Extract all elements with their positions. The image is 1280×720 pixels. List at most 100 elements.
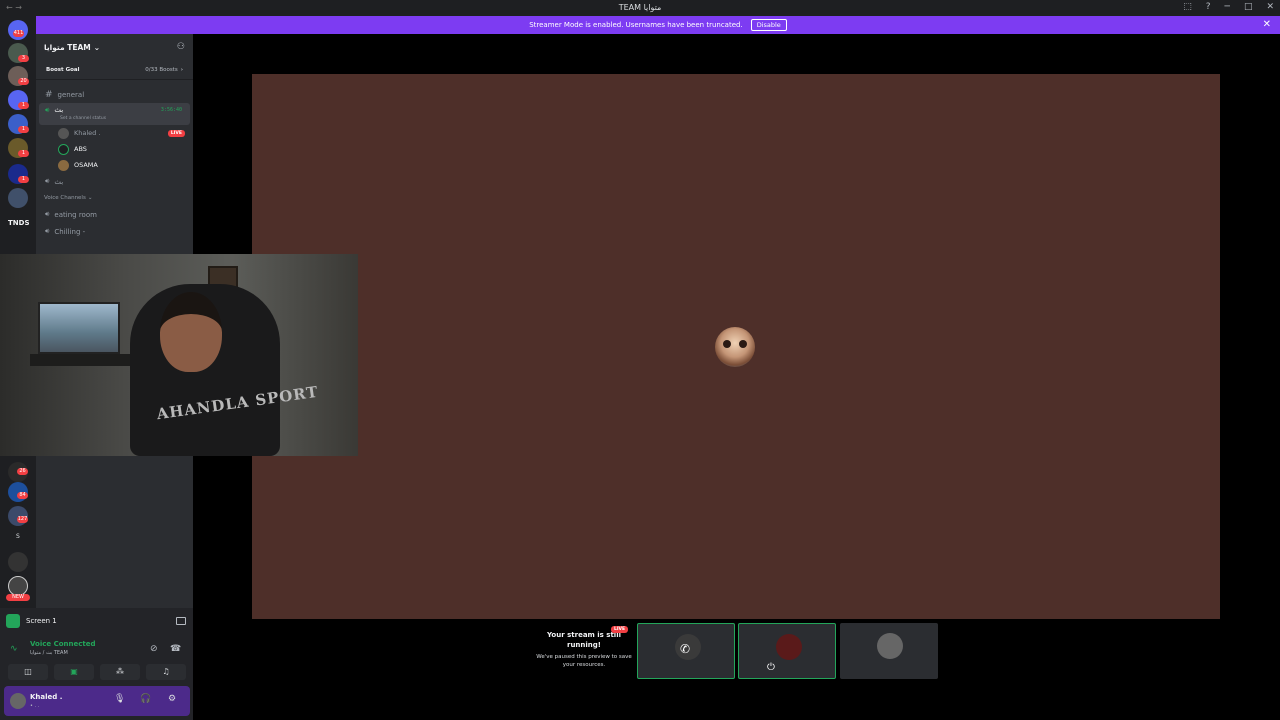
help-icon[interactable]: ? bbox=[1206, 2, 1211, 12]
streamer-mode-banner: Streamer Mode is enabled. Usernames have… bbox=[36, 16, 1280, 34]
channel-label: Chilling - bbox=[54, 227, 86, 236]
avatar[interactable] bbox=[10, 693, 26, 709]
speaker-icon: 🔊︎ bbox=[45, 177, 50, 185]
channel-label: eating room bbox=[54, 210, 97, 219]
chevron-down-icon: ⌄ bbox=[93, 42, 101, 52]
participant-tile[interactable]: ✆ bbox=[637, 623, 735, 679]
voice-user-name: ABS bbox=[74, 145, 87, 153]
inbox-icon[interactable]: ⬚ bbox=[1183, 2, 1192, 12]
channel-label: بث bbox=[54, 177, 64, 186]
voice-user[interactable]: ABS bbox=[36, 141, 193, 157]
tv-stand bbox=[30, 354, 130, 366]
channel-label: general bbox=[57, 90, 85, 99]
voice-user[interactable]: OSAMA bbox=[36, 157, 193, 173]
unread-badge: 411 bbox=[13, 30, 24, 37]
channel-status[interactable]: Set a channel status bbox=[60, 116, 106, 121]
maximize-icon[interactable]: □ bbox=[1244, 2, 1253, 12]
server-icon[interactable] bbox=[8, 576, 28, 596]
category-voice-channels[interactable]: Voice Channels ⌄ bbox=[36, 190, 193, 206]
title-bar: ← → TEAM متوايا ⬚ ? ─ □ ✕ bbox=[0, 0, 1280, 16]
preview-heading: Your stream is still running! bbox=[547, 631, 621, 649]
camera-button[interactable]: ◫ bbox=[8, 664, 48, 680]
invite-people-icon[interactable]: ⚇ bbox=[177, 42, 185, 52]
unread-badge: 26 bbox=[17, 468, 28, 475]
server-icon[interactable] bbox=[8, 552, 28, 572]
disconnect-icon[interactable]: ☎ bbox=[170, 644, 181, 654]
webcam-overlay: AHANDLA SPORT bbox=[0, 254, 358, 456]
banner-text: Streamer Mode is enabled. Usernames have… bbox=[529, 21, 743, 29]
voice-timer: 3:56:40 bbox=[160, 107, 182, 113]
user-panel: Screen 1 ∿ Voice Connected بث / متوايا T… bbox=[0, 608, 193, 720]
unread-badge: 3 bbox=[18, 55, 29, 62]
window-title: TEAM متوايا bbox=[618, 3, 662, 12]
voice-user-name: Khaled . bbox=[74, 129, 101, 137]
avatar bbox=[58, 143, 69, 155]
avatar bbox=[877, 633, 903, 659]
signal-icon: ∿ bbox=[10, 644, 18, 654]
voice-channel-chilling[interactable]: 🔊︎ Chilling - bbox=[36, 223, 193, 240]
unread-badge: 127 bbox=[17, 516, 28, 523]
avatar bbox=[58, 159, 69, 171]
activity-button[interactable]: ⁂ bbox=[100, 664, 140, 680]
server-header[interactable]: متوايا TEAM ⌄ ⚇ bbox=[36, 34, 193, 60]
channel-general[interactable]: # general bbox=[36, 86, 193, 103]
server-label-tnds[interactable]: TNDS bbox=[8, 219, 30, 227]
voice-channel-active[interactable]: 🔊︎ بث Set a channel status 3:56:40 bbox=[39, 103, 190, 125]
phone-icon: ✆ bbox=[680, 642, 691, 656]
voice-status[interactable]: Voice Connected bbox=[30, 640, 96, 648]
chevron-down-icon: ⌄ bbox=[87, 195, 93, 201]
boost-goal[interactable]: Boost Goal 0/33 Boosts › bbox=[36, 60, 193, 80]
speaker-icon: 🔊︎ bbox=[45, 227, 50, 235]
live-badge: LIVE bbox=[611, 626, 629, 633]
server-label-s[interactable]: S bbox=[16, 533, 20, 540]
channel-label: بث bbox=[54, 106, 64, 114]
speaker-icon: 🔊︎ bbox=[45, 106, 50, 114]
voice-channel-path: بث / متوايا TEAM bbox=[30, 650, 68, 656]
disable-streamer-mode-button[interactable]: Disable bbox=[750, 19, 787, 31]
voice-user-name: OSAMA bbox=[74, 161, 98, 169]
close-banner-icon[interactable]: ✕ bbox=[1263, 19, 1271, 30]
hash-icon: # bbox=[45, 89, 53, 100]
server-icon[interactable] bbox=[8, 188, 28, 208]
unread-badge: 1 bbox=[18, 150, 29, 157]
preview-body: We've paused this preview to save your r… bbox=[536, 654, 632, 668]
screen-share-button[interactable]: ▣ bbox=[54, 664, 94, 680]
headset-icon[interactable]: 🎧 bbox=[140, 694, 151, 704]
unread-badge: 84 bbox=[17, 492, 28, 499]
stop-share-icon[interactable] bbox=[176, 617, 186, 625]
person-head bbox=[160, 292, 222, 372]
boost-goal-label: Boost Goal bbox=[46, 66, 80, 73]
streamer-avatar bbox=[715, 327, 755, 367]
mic-icon[interactable]: 🎙 bbox=[114, 694, 125, 704]
boost-count: 0/33 Boosts bbox=[145, 66, 178, 73]
chevron-right-icon: › bbox=[180, 66, 183, 73]
minimize-icon[interactable]: ─ bbox=[1225, 2, 1230, 12]
new-badge: NEW bbox=[6, 594, 30, 601]
unread-badge: 1 bbox=[18, 102, 29, 109]
participant-tile[interactable]: ⏻ bbox=[738, 623, 836, 679]
user-name: Khaled . bbox=[30, 693, 63, 701]
voice-user[interactable]: Khaled . LIVE bbox=[36, 125, 193, 141]
speaker-icon: 🔊︎ bbox=[45, 210, 50, 218]
server-name: متوايا TEAM bbox=[44, 42, 91, 52]
settings-icon[interactable]: ⚙ bbox=[168, 694, 176, 704]
screen-share-bar[interactable]: Screen 1 bbox=[6, 612, 186, 630]
tv-screen bbox=[38, 302, 120, 354]
stream-viewer[interactable] bbox=[252, 74, 1220, 619]
screen-share-label: Screen 1 bbox=[26, 617, 57, 625]
participant-tile[interactable] bbox=[840, 623, 938, 679]
close-window-icon[interactable]: ✕ bbox=[1266, 2, 1274, 12]
voice-connected: ∿ Voice Connected بث / متوايا TEAM ⊘ ☎ bbox=[10, 638, 186, 664]
soundboard-button[interactable]: ♫ bbox=[146, 664, 186, 680]
voice-controls: ◫ ▣ ⁂ ♫ bbox=[8, 664, 186, 682]
voice-channel-eating-room[interactable]: 🔊︎ eating room bbox=[36, 206, 193, 223]
unread-badge: 1 bbox=[18, 126, 29, 133]
noise-suppression-icon[interactable]: ⊘ bbox=[150, 644, 158, 654]
unread-badge: 1 bbox=[18, 176, 29, 183]
avatar bbox=[776, 634, 802, 660]
unread-badge: 20 bbox=[18, 78, 29, 85]
user-status: • . . bbox=[30, 703, 40, 709]
stream-preview-paused: LIVE Your stream is still running! We've… bbox=[536, 624, 632, 680]
voice-channel[interactable]: 🔊︎ بث bbox=[36, 173, 193, 190]
account-bar[interactable]: Khaled . • . . 🎙 🎧 ⚙ bbox=[4, 686, 190, 716]
